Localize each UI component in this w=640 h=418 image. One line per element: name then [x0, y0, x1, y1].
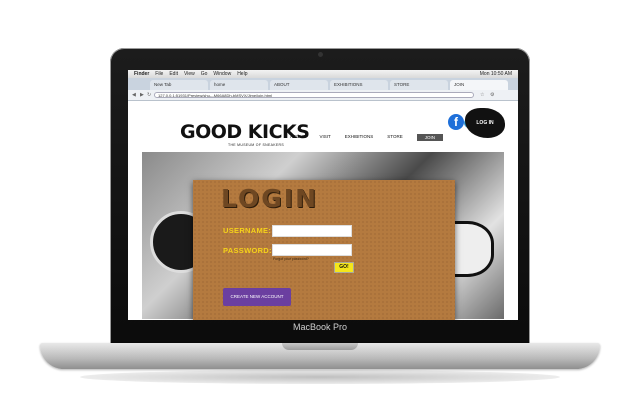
menu-help[interactable]: Help: [237, 71, 247, 77]
tab-about[interactable]: ABOUT: [270, 80, 328, 90]
nav-visit[interactable]: VISIT: [320, 134, 331, 141]
create-account-button[interactable]: CREATE NEW ACCOUNT: [223, 288, 291, 306]
laptop-shadow: [80, 370, 560, 384]
menu-window[interactable]: Window: [213, 71, 231, 77]
login-card: LOGIN USERNAME: PASSWORD: Forgot your pa…: [193, 180, 455, 320]
browser-toolbar: ◀ ▶ ↻ 127.0.0.1:51931/Preview/shu---M66A…: [128, 90, 518, 101]
nav-exhibitions[interactable]: EXHIBITIONS: [345, 134, 374, 141]
menubar-clock: Mon 10:50 AM: [479, 71, 512, 77]
wrench-icon[interactable]: ⚙: [490, 92, 494, 98]
laptop-brand-label: MacBook Pro: [292, 322, 348, 332]
username-label: USERNAME:: [223, 226, 272, 235]
reload-icon[interactable]: ↻: [147, 92, 151, 98]
nav-store[interactable]: STORE: [387, 134, 402, 141]
menu-edit[interactable]: Edit: [169, 71, 178, 77]
tab-exhibitions[interactable]: EXHIBITIONS: [330, 80, 388, 90]
back-icon[interactable]: ◀: [132, 92, 136, 98]
web-page: GOOD KICKS THE MUSEUM OF SNEAKERS ABOUT …: [128, 101, 518, 320]
tab-join[interactable]: JOIN: [450, 80, 508, 90]
laptop-notch: [282, 343, 358, 350]
go-button[interactable]: GO!: [334, 262, 354, 273]
star-icon[interactable]: ☆: [480, 92, 484, 98]
forgot-password-link[interactable]: Forgot your password?: [273, 257, 309, 261]
menu-file[interactable]: File: [155, 71, 163, 77]
login-title: LOGIN: [221, 184, 319, 213]
menu-view[interactable]: View: [184, 71, 195, 77]
mac-menubar: Finder File Edit View Go Window Help Mon…: [128, 70, 518, 78]
password-input[interactable]: [272, 244, 352, 256]
nav-about[interactable]: ABOUT: [290, 134, 306, 141]
menu-go[interactable]: Go: [201, 71, 208, 77]
address-bar[interactable]: 127.0.0.1:51931/Preview/shu---M66A8Dh-bM…: [154, 92, 474, 98]
site-nav: ABOUT VISIT EXHIBITIONS STORE JOIN: [290, 134, 443, 141]
tab-new-tab[interactable]: New Tab: [150, 80, 208, 90]
facebook-icon[interactable]: f: [448, 114, 464, 130]
password-label: PASSWORD:: [223, 246, 272, 255]
forward-icon[interactable]: ▶: [140, 92, 144, 98]
menubar-app[interactable]: Finder: [134, 71, 149, 77]
nav-join[interactable]: JOIN: [416, 134, 443, 141]
screen: Finder File Edit View Go Window Help Mon…: [128, 70, 518, 320]
browser-tabstrip: New Tab home ABOUT EXHIBITIONS STORE JOI…: [128, 78, 518, 90]
tab-store[interactable]: STORE: [390, 80, 448, 90]
camera: [318, 52, 323, 57]
site-tagline: THE MUSEUM OF SNEAKERS: [228, 143, 284, 147]
tab-home[interactable]: home: [210, 80, 268, 90]
username-input[interactable]: [272, 225, 352, 237]
login-badge[interactable]: LOG IN: [465, 108, 505, 138]
